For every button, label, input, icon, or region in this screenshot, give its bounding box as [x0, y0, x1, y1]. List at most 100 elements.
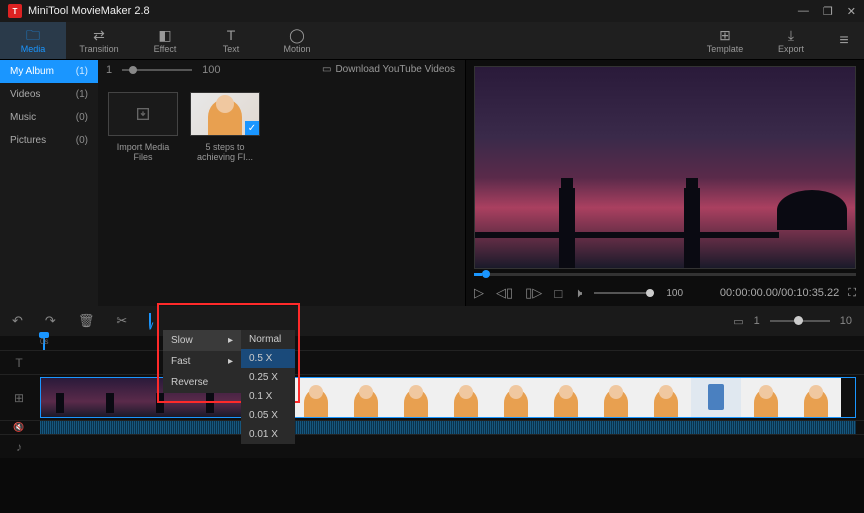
media-thumbnail[interactable]: ✓: [190, 92, 260, 136]
preview-panel: ▷ ◁▯ ▯▷ □ 🕨 100 00:00:00.00/00:10:35.22 …: [466, 60, 864, 306]
app-title: MiniTool MovieMaker 2.8: [28, 5, 150, 17]
speed-submenu: Normal 0.5 X 0.25 X 0.1 X 0.05 X 0.01 X: [241, 330, 295, 444]
timeline-zoom-min: 1: [754, 315, 760, 327]
tab-media[interactable]: 🗀 Media: [0, 22, 66, 59]
folder-icon: 🗀: [26, 28, 40, 42]
media-zoom-slider[interactable]: [122, 69, 192, 71]
sidebar-item-label: Pictures: [10, 135, 46, 146]
speed-button[interactable]: [149, 314, 151, 329]
speed-option-0-01x[interactable]: 0.01 X: [241, 425, 295, 444]
youtube-icon: ▭: [322, 64, 331, 75]
text-track[interactable]: T: [0, 350, 864, 374]
ruler-mark: 0s: [40, 337, 48, 346]
prev-frame-button[interactable]: ◁▯: [496, 285, 513, 301]
timeline-ruler[interactable]: 0s: [38, 336, 864, 350]
transition-icon: ⇄: [93, 28, 105, 42]
menu-item-label: Fast: [171, 356, 190, 367]
minimize-button[interactable]: —: [798, 5, 809, 18]
menu-item-label: Slow: [171, 335, 193, 346]
timeline-zoom-slider[interactable]: [770, 320, 830, 322]
media-zoom-max: 100: [202, 64, 220, 76]
speed-menu: Slow ▸ Fast ▸ Reverse: [163, 330, 241, 393]
effect-icon: ◧: [158, 28, 171, 42]
play-button[interactable]: ▷: [474, 285, 484, 301]
time-total: 00:10:35.22: [781, 287, 839, 299]
preview-scrubber[interactable]: [474, 273, 856, 276]
tab-label: Template: [707, 44, 744, 54]
template-button[interactable]: ⊞Template: [692, 22, 758, 59]
music-track[interactable]: ♪: [0, 434, 864, 458]
export-icon: ⤓: [788, 28, 794, 42]
media-item-label: 5 steps to achieving FI...: [190, 142, 260, 162]
timeline-toolbar: ↶ ↷ 🗑 ✂ Slow▸ Fast▸ Reverse Normal 0.5 X…: [0, 306, 864, 336]
speed-menu-reverse[interactable]: Reverse: [163, 372, 241, 393]
speedometer-icon: [149, 313, 151, 330]
tab-label: Export: [778, 44, 804, 54]
import-label: Import Media Files: [108, 142, 178, 162]
tab-effect[interactable]: ◧ Effect: [132, 22, 198, 59]
sidebar-item-music[interactable]: Music (0): [0, 106, 98, 129]
redo-button[interactable]: ↷: [45, 313, 56, 329]
text-track-icon: T: [0, 351, 38, 374]
sidebar-item-label: My Album: [10, 66, 54, 77]
tab-label: Effect: [154, 44, 177, 54]
sidebar-item-pictures[interactable]: Pictures (0): [0, 129, 98, 152]
menu-item-label: Reverse: [171, 377, 208, 388]
preview-controls: ▷ ◁▯ ▯▷ □ 🕨 100 00:00:00.00/00:10:35.22 …: [474, 280, 856, 306]
sidebar-item-videos[interactable]: Videos (1): [0, 83, 98, 106]
sidebar-item-myalbum[interactable]: My Album(1): [0, 60, 98, 83]
motion-icon: ◯: [289, 28, 305, 42]
fullscreen-icon[interactable]: ⛶: [848, 287, 856, 299]
speed-menu-slow[interactable]: Slow ▸: [163, 330, 241, 351]
download-youtube-button[interactable]: ▭ Download YouTube Videos: [322, 64, 455, 75]
sidebar-item-label: Music: [10, 112, 36, 123]
import-media-card[interactable]: Import Media Files: [108, 92, 178, 162]
tab-label: Motion: [283, 44, 310, 54]
speed-option-0-1x[interactable]: 0.1 X: [241, 387, 295, 406]
tab-motion[interactable]: ◯ Motion: [264, 22, 330, 59]
video-track[interactable]: ⊞: [0, 374, 864, 420]
app-icon: T: [8, 4, 22, 18]
volume-icon[interactable]: 🕨: [574, 285, 582, 301]
media-item[interactable]: ✓ 5 steps to achieving FI...: [190, 92, 260, 162]
title-bar: T MiniTool MovieMaker 2.8 — ❐ ✕: [0, 0, 864, 22]
fit-button[interactable]: ▭: [733, 315, 743, 328]
tab-label: Media: [21, 44, 46, 54]
speed-option-0-25x[interactable]: 0.25 X: [241, 368, 295, 387]
stop-button[interactable]: □: [554, 286, 562, 301]
export-button[interactable]: ⤓ Export: [758, 22, 824, 59]
speed-option-0-05x[interactable]: 0.05 X: [241, 406, 295, 425]
chevron-right-icon: ▸: [228, 335, 233, 346]
close-button[interactable]: ✕: [847, 5, 856, 18]
sidebar-item-count: (0): [76, 112, 88, 123]
audio-waveform[interactable]: [40, 421, 856, 434]
media-zoom-min: 1: [106, 64, 112, 76]
music-track-icon: ♪: [0, 435, 38, 458]
timeline-zoom-max: 10: [840, 315, 852, 327]
text-icon: T: [227, 28, 236, 42]
hamburger-menu[interactable]: ≡: [824, 22, 864, 59]
import-box[interactable]: [108, 92, 178, 136]
download-icon: [135, 106, 151, 122]
next-frame-button[interactable]: ▯▷: [525, 285, 542, 301]
maximize-button[interactable]: ❐: [823, 5, 833, 18]
tab-text[interactable]: TText: [198, 22, 264, 59]
video-track-icon: ⊞: [0, 375, 38, 420]
preview-video[interactable]: [474, 66, 856, 269]
audio-track[interactable]: 🔇: [0, 420, 864, 434]
volume-slider[interactable]: [594, 292, 654, 294]
chevron-right-icon: ▸: [228, 356, 233, 367]
sidebar-item-count: (0): [76, 135, 88, 146]
undo-button[interactable]: ↶: [12, 313, 23, 329]
sidebar-item-count: (1): [76, 89, 88, 100]
delete-button[interactable]: 🗑: [78, 313, 95, 329]
speed-option-normal[interactable]: Normal: [241, 330, 295, 349]
volume-value: 100: [666, 288, 683, 299]
main-toolbar: 🗀 Media ⇄Transition ◧ Effect TText ◯ Motion…: [0, 22, 864, 60]
sidebar-item-label: Videos: [10, 89, 40, 100]
split-button[interactable]: ✂: [116, 313, 127, 329]
tab-transition[interactable]: ⇄Transition: [66, 22, 132, 59]
speed-option-0-5x[interactable]: 0.5 X: [241, 349, 295, 368]
mute-icon[interactable]: 🔇: [0, 421, 38, 434]
speed-menu-fast[interactable]: Fast ▸: [163, 351, 241, 372]
